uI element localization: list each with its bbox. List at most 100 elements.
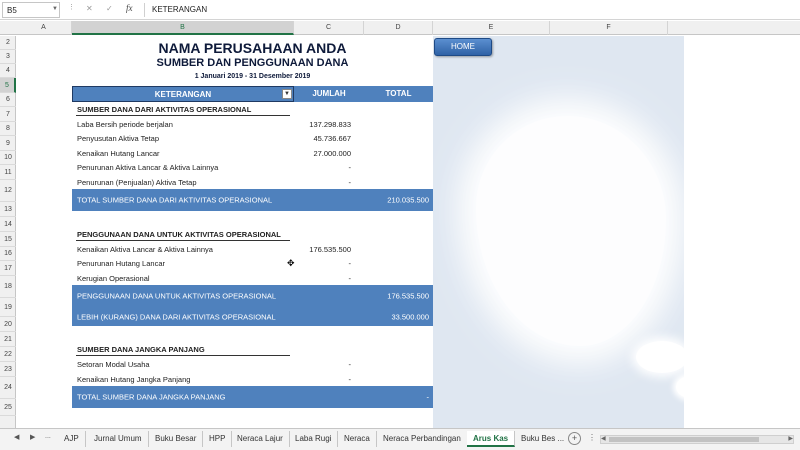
row-label[interactable]: Penurunan Hutang Lancar: [77, 259, 165, 268]
jumlah-value[interactable]: -: [349, 375, 352, 384]
tab-ajp[interactable]: AJP: [58, 431, 86, 447]
insert-function-icon[interactable]: fx: [126, 3, 133, 13]
company-name[interactable]: NAMA PERUSAHAAN ANDA: [72, 40, 433, 56]
row-label[interactable]: Kenaikan Hutang Jangka Panjang: [77, 375, 190, 384]
row-label[interactable]: Setoran Modal Usaha: [77, 360, 150, 369]
row-header-20[interactable]: 20: [0, 317, 16, 332]
jumlah-value[interactable]: -: [349, 274, 352, 283]
row-header-6[interactable]: 6: [0, 93, 16, 107]
row-header-19[interactable]: 19: [0, 298, 16, 317]
table-row: Penyusutan Aktiva Tetap 45.736.667: [72, 131, 433, 145]
report-table: NAMA PERUSAHAAN ANDA SUMBER DAN PENGGUNA…: [72, 36, 433, 428]
jumlah-value[interactable]: 176.535.500: [309, 245, 351, 254]
scroll-left-icon[interactable]: ◀: [601, 435, 606, 442]
header-total[interactable]: TOTAL: [364, 86, 433, 102]
row-header-22[interactable]: 22: [0, 347, 16, 362]
row-label[interactable]: PENGGUNAAN DANA UNTUK AKTIVITAS OPERASIO…: [77, 292, 276, 301]
chevron-down-icon[interactable]: ▼: [52, 6, 58, 12]
tab-neraca[interactable]: Neraca: [338, 431, 377, 447]
column-header-a[interactable]: A: [16, 21, 72, 35]
tab-arus-kas[interactable]: Arus Kas: [467, 431, 516, 447]
jumlah-value[interactable]: 45.736.667: [313, 134, 351, 143]
tab-prev-icon[interactable]: ◀: [14, 433, 19, 441]
row-header-3[interactable]: 3: [0, 50, 16, 64]
row-label[interactable]: LEBIH (KURANG) DANA DARI AKTIVITAS OPERA…: [77, 312, 276, 321]
row-header-7[interactable]: 7: [0, 107, 16, 122]
formula-input[interactable]: KETERANGAN: [152, 5, 207, 14]
jumlah-value[interactable]: 27.000.000: [313, 149, 351, 158]
row-header-24[interactable]: 24: [0, 377, 16, 399]
row-header-4[interactable]: 4: [0, 64, 16, 78]
row-header-13[interactable]: 13: [0, 202, 16, 217]
row-header-2[interactable]: 2: [0, 36, 16, 50]
total-value[interactable]: 33.500.000: [391, 312, 429, 321]
row-label[interactable]: PENGGUNAAN DANA UNTUK AKTIVITAS OPERASIO…: [77, 230, 281, 239]
tab-more-left[interactable]: ...: [45, 433, 51, 440]
row-header-18[interactable]: 18: [0, 276, 16, 298]
jumlah-value[interactable]: 137.298.833: [309, 120, 351, 129]
tab-laba-rugi[interactable]: Laba Rugi: [289, 431, 339, 447]
tab-hpp[interactable]: HPP: [203, 431, 233, 447]
row-header-21[interactable]: 21: [0, 332, 16, 347]
row-label[interactable]: SUMBER DANA JANGKA PANJANG: [77, 345, 205, 354]
jumlah-value[interactable]: -: [349, 178, 352, 187]
tab-next-icon[interactable]: ▶: [30, 433, 35, 441]
jumlah-value[interactable]: -: [349, 360, 352, 369]
tab-neraca-lajur[interactable]: Neraca Lajur: [231, 431, 290, 447]
worksheet-grid[interactable]: NAMA PERUSAHAAN ANDA SUMBER DAN PENGGUNA…: [16, 36, 800, 428]
column-header-f[interactable]: F: [550, 21, 668, 35]
jumlah-value[interactable]: -: [349, 259, 352, 268]
total-value[interactable]: -: [427, 393, 430, 402]
table-row: [72, 326, 433, 341]
column-header-e[interactable]: E: [433, 21, 550, 35]
row-label[interactable]: SUMBER DANA DARI AKTIVITAS OPERASIONAL: [77, 105, 251, 114]
row-header-16[interactable]: 16: [0, 247, 16, 261]
header-keterangan[interactable]: KETERANGAN: [72, 86, 294, 102]
row-label[interactable]: TOTAL SUMBER DANA DARI AKTIVITAS OPERASI…: [77, 196, 272, 205]
tab-buku-besar-2[interactable]: Buku Bes ...: [515, 431, 570, 447]
scroll-right-icon[interactable]: ▶: [788, 435, 793, 442]
enter-icon[interactable]: ✓: [106, 4, 113, 13]
jumlah-value[interactable]: -: [349, 163, 352, 172]
cancel-icon[interactable]: ✕: [86, 4, 93, 13]
tab-buku-besar[interactable]: Buku Besar: [149, 431, 204, 447]
row-label[interactable]: Kenaikan Hutang Lancar: [77, 149, 160, 158]
row-header-9[interactable]: 9: [0, 136, 16, 151]
row-header-11[interactable]: 11: [0, 165, 16, 180]
row-label[interactable]: Laba Bersih periode berjalan: [77, 120, 173, 129]
horizontal-scrollbar[interactable]: ◀ ▶: [600, 435, 794, 444]
row-label[interactable]: Kerugian Operasional: [77, 274, 150, 283]
column-header-d[interactable]: D: [364, 21, 433, 35]
row-header-14[interactable]: 14: [0, 217, 16, 232]
row-label[interactable]: Penurunan Aktiva Lancar & Aktiva Lainnya: [77, 163, 218, 172]
row-header-12[interactable]: 12: [0, 180, 16, 202]
table-row: Kenaikan Hutang Lancar 27.000.000: [72, 145, 433, 160]
total-value[interactable]: 210.035.500: [387, 196, 429, 205]
report-subtitle[interactable]: SUMBER DAN PENGGUNAAN DANA: [72, 57, 433, 69]
tab-neraca-perbandingan[interactable]: Neraca Perbandingan: [377, 431, 468, 447]
tab-jurnal-umum[interactable]: Jurnal Umum: [88, 431, 149, 447]
column-header-c[interactable]: C: [294, 21, 364, 35]
row-label[interactable]: Penurunan (Penjualan) Aktiva Tetap: [77, 178, 197, 187]
row-label[interactable]: Penyusutan Aktiva Tetap: [77, 134, 159, 143]
filter-dropdown-icon[interactable]: ▼: [282, 89, 292, 99]
row-header-8[interactable]: 8: [0, 122, 16, 136]
header-jumlah[interactable]: JUMLAH: [294, 86, 364, 102]
row-label[interactable]: Kenaikan Aktiva Lancar & Aktiva Lainnya: [77, 245, 213, 254]
row-header-10[interactable]: 10: [0, 151, 16, 165]
scrollbar-thumb[interactable]: [609, 437, 759, 442]
row-label[interactable]: TOTAL SUMBER DANA JANGKA PANJANG: [77, 393, 226, 402]
row-header-25[interactable]: 25: [0, 399, 16, 416]
row-header-15[interactable]: 15: [0, 232, 16, 247]
total-value[interactable]: 176.535.500: [387, 292, 429, 301]
more-icon: ⋮: [68, 4, 75, 11]
add-sheet-icon[interactable]: +: [568, 432, 581, 445]
row-header-17[interactable]: 17: [0, 261, 16, 276]
report-period[interactable]: 1 Januari 2019 - 31 Desember 2019: [72, 73, 433, 80]
more-options-icon[interactable]: ⋮: [588, 433, 596, 442]
row-header-23[interactable]: 23: [0, 362, 16, 377]
row-header-5[interactable]: 5: [0, 78, 16, 93]
home-button[interactable]: HOME: [434, 38, 492, 56]
column-header-b[interactable]: B: [72, 21, 294, 35]
table-row: Kenaikan Aktiva Lancar & Aktiva Lainnya 1…: [72, 241, 433, 256]
